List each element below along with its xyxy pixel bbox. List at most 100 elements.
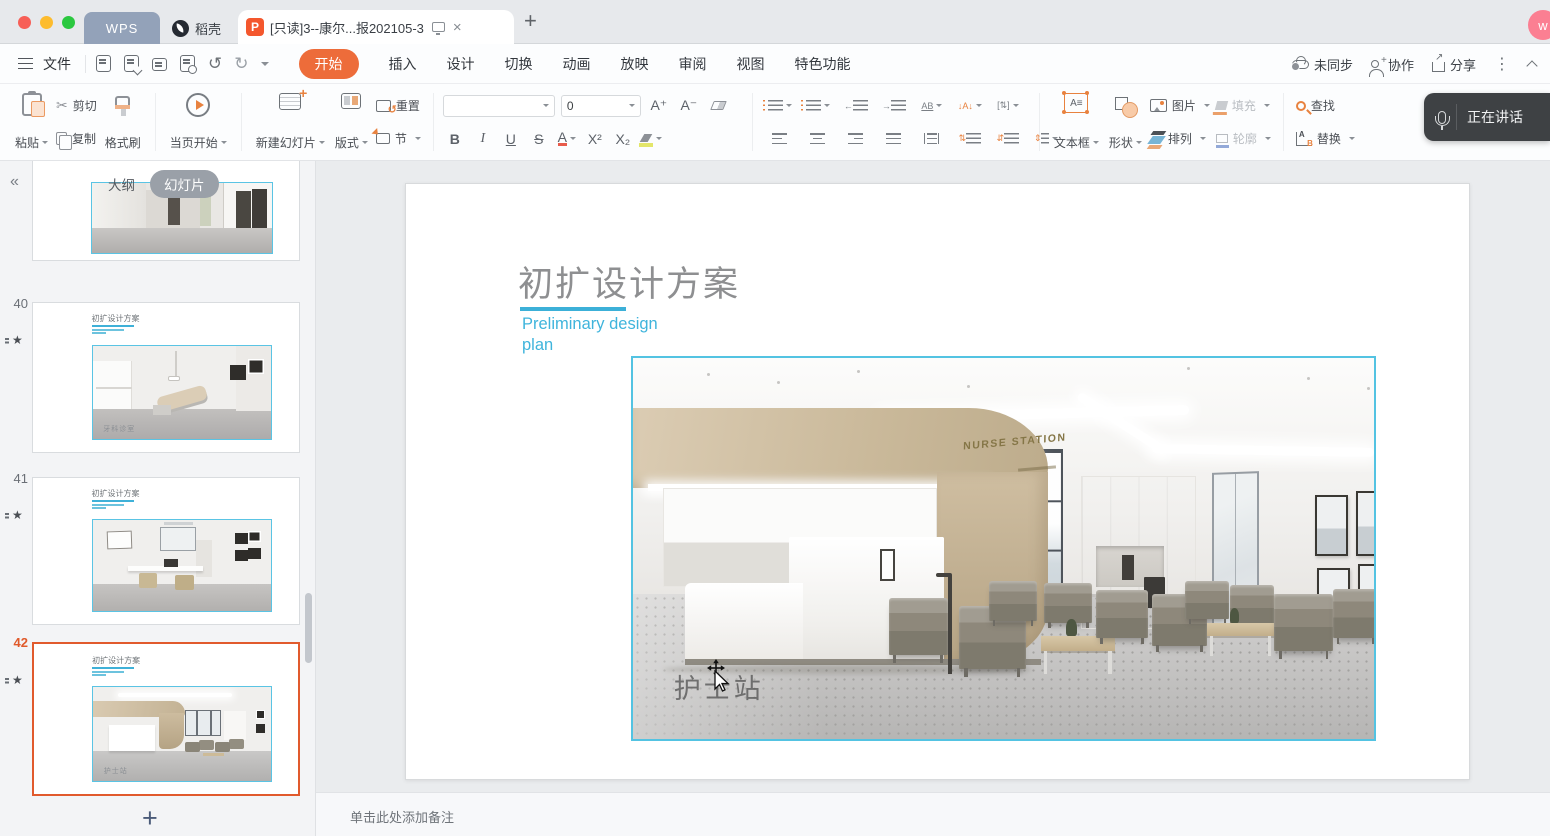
reset-button[interactable]: 重置 [373, 96, 424, 115]
slide-subtitle-line1[interactable]: Preliminary design [522, 315, 658, 334]
tab-document[interactable]: P [只读]3--康尔...报202105-3 × [238, 10, 514, 44]
cloud-sync-icon [1292, 60, 1309, 69]
file-menu[interactable]: 文件 [43, 54, 71, 74]
scene-wall-frame [1315, 495, 1348, 556]
thumbnail-slide-40[interactable]: 初扩设计方案 牙科诊室 [32, 302, 300, 453]
find-button[interactable]: 查找 [1293, 96, 1358, 115]
text-direction-button[interactable]: ↓A↓ [958, 95, 982, 117]
paste-button[interactable]: 粘贴 [10, 89, 53, 155]
tab-design[interactable]: 设计 [447, 54, 475, 74]
tab-animation[interactable]: 动画 [563, 54, 591, 74]
tab-view[interactable]: 视图 [737, 54, 765, 74]
thumbnail-title: 初扩设计方案 [92, 488, 140, 499]
thumbnail-slide-41[interactable]: 初扩设计方案 [32, 477, 300, 625]
paste-icon [22, 93, 42, 116]
sidebar-scrollbar[interactable] [305, 593, 312, 663]
maximize-window-button[interactable] [62, 16, 75, 29]
tab-transition[interactable]: 切换 [505, 54, 533, 74]
line-spacing-button[interactable]: ⇕ [1034, 128, 1058, 150]
strikethrough-button[interactable]: S [527, 128, 551, 150]
tab-review[interactable]: 审阅 [679, 54, 707, 74]
picture-button[interactable]: 图片 [1147, 96, 1213, 115]
format-painter-label: 格式刷 [105, 134, 141, 151]
font-size-combo[interactable]: 0 [561, 95, 641, 117]
increase-indent-button[interactable]: → [882, 95, 906, 117]
tab-insert[interactable]: 插入 [389, 54, 417, 74]
align-center-button[interactable] [806, 128, 830, 150]
underline-button[interactable]: U [499, 128, 523, 150]
tab-home[interactable]: 开始 [299, 49, 359, 79]
share-button[interactable]: 分享 [1432, 55, 1476, 74]
decrease-indent-button[interactable]: ← [844, 95, 868, 117]
section-button[interactable]: 节 [373, 129, 424, 148]
collaborate-button[interactable]: 协作 [1371, 55, 1414, 74]
slide-subtitle-line2[interactable]: plan [522, 336, 553, 355]
bold-button[interactable]: B [443, 128, 467, 150]
numbering-button[interactable] [806, 95, 830, 117]
tab-special-features[interactable]: 特色功能 [795, 54, 851, 74]
character-spacing-button[interactable]: AB [920, 95, 944, 117]
font-color-button[interactable]: A [555, 128, 579, 150]
animation-star-icon: ★ [12, 333, 23, 347]
export-icon[interactable] [124, 55, 139, 72]
slide-page[interactable]: 初扩设计方案 Preliminary design plan [405, 183, 1470, 780]
sync-status-button[interactable]: 未同步 [1292, 55, 1353, 74]
highlight-button[interactable] [639, 128, 663, 150]
main-area: 40 ★ 初扩设计方案 牙科诊室 41 ★ [0, 161, 1550, 836]
more-menu-icon[interactable]: ⋮ [1494, 54, 1510, 74]
quickbar-dropdown-icon[interactable] [261, 62, 269, 70]
add-slide-button[interactable]: + [142, 803, 158, 834]
new-tab-button[interactable]: + [524, 8, 537, 34]
layout-icon [341, 93, 361, 109]
close-tab-icon[interactable]: × [453, 19, 462, 36]
vertical-spacing-up-button[interactable]: ⇅ [958, 128, 982, 150]
decrease-font-button[interactable]: A⁻ [677, 95, 701, 117]
new-slide-button[interactable]: 新建幻灯片 [251, 89, 330, 155]
redo-icon[interactable]: ↻ [234, 54, 248, 74]
align-right-button[interactable] [844, 128, 868, 150]
tab-slides[interactable]: 幻灯片 [150, 170, 219, 198]
fill-button[interactable]: 填充 [1213, 96, 1274, 115]
save-icon[interactable] [96, 55, 111, 72]
thumbnail-slide-42-selected[interactable]: 初扩设计方案 护士站 [32, 642, 300, 796]
tab-slideshow[interactable]: 放映 [621, 54, 649, 74]
increase-font-button[interactable]: A⁺ [647, 95, 671, 117]
line-spacing-options-button[interactable]: [⇅] [996, 95, 1020, 117]
layout-button[interactable]: 版式 [330, 89, 373, 155]
hamburger-menu-icon[interactable] [18, 58, 33, 69]
copy-button[interactable]: 复制 [53, 129, 100, 148]
tab-outline[interactable]: 大纲 [108, 174, 135, 194]
bullets-button[interactable] [768, 95, 792, 117]
voice-speaking-indicator[interactable]: 正在讲话 [1424, 93, 1550, 141]
italic-button[interactable]: I [471, 128, 495, 150]
align-left-button[interactable] [768, 128, 792, 150]
vertical-spacing-down-button[interactable]: ⇵ [996, 128, 1020, 150]
play-from-current-button[interactable]: 当页开始 [165, 89, 232, 155]
collapse-ribbon-icon[interactable] [1526, 60, 1537, 71]
tab-docer[interactable]: 稻壳 [172, 12, 221, 44]
clear-format-button[interactable] [707, 95, 731, 117]
distribute-button[interactable] [920, 128, 944, 150]
superscript-button[interactable]: X² [583, 128, 607, 150]
shapes-button[interactable]: 形状 [1104, 89, 1147, 155]
format-painter-button[interactable]: 格式刷 [100, 89, 146, 155]
print-preview-icon[interactable] [180, 55, 195, 72]
collapse-panel-icon[interactable]: « [10, 173, 19, 191]
outline-button[interactable]: 轮廓 [1213, 129, 1274, 148]
tab-wps-home[interactable]: WPS [84, 12, 160, 44]
notes-bar[interactable]: 单击此处添加备注 [316, 792, 1550, 836]
share-icon [1432, 62, 1445, 72]
justify-button[interactable] [882, 128, 906, 150]
font-name-combo[interactable] [443, 95, 555, 117]
slide-image-selected[interactable]: NURSE STATION [631, 356, 1376, 741]
user-avatar[interactable]: w [1528, 10, 1550, 40]
subscript-button[interactable]: X₂ [611, 128, 635, 150]
arrange-button[interactable]: 排列 [1147, 129, 1213, 148]
slide-title[interactable]: 初扩设计方案 [518, 256, 740, 307]
undo-icon[interactable]: ↺ [208, 54, 222, 74]
print-icon[interactable] [152, 58, 167, 71]
minimize-window-button[interactable] [40, 16, 53, 29]
replace-button[interactable]: AB替换 [1293, 129, 1358, 148]
close-window-button[interactable] [18, 16, 31, 29]
cut-button[interactable]: ✂剪切 [53, 96, 100, 115]
